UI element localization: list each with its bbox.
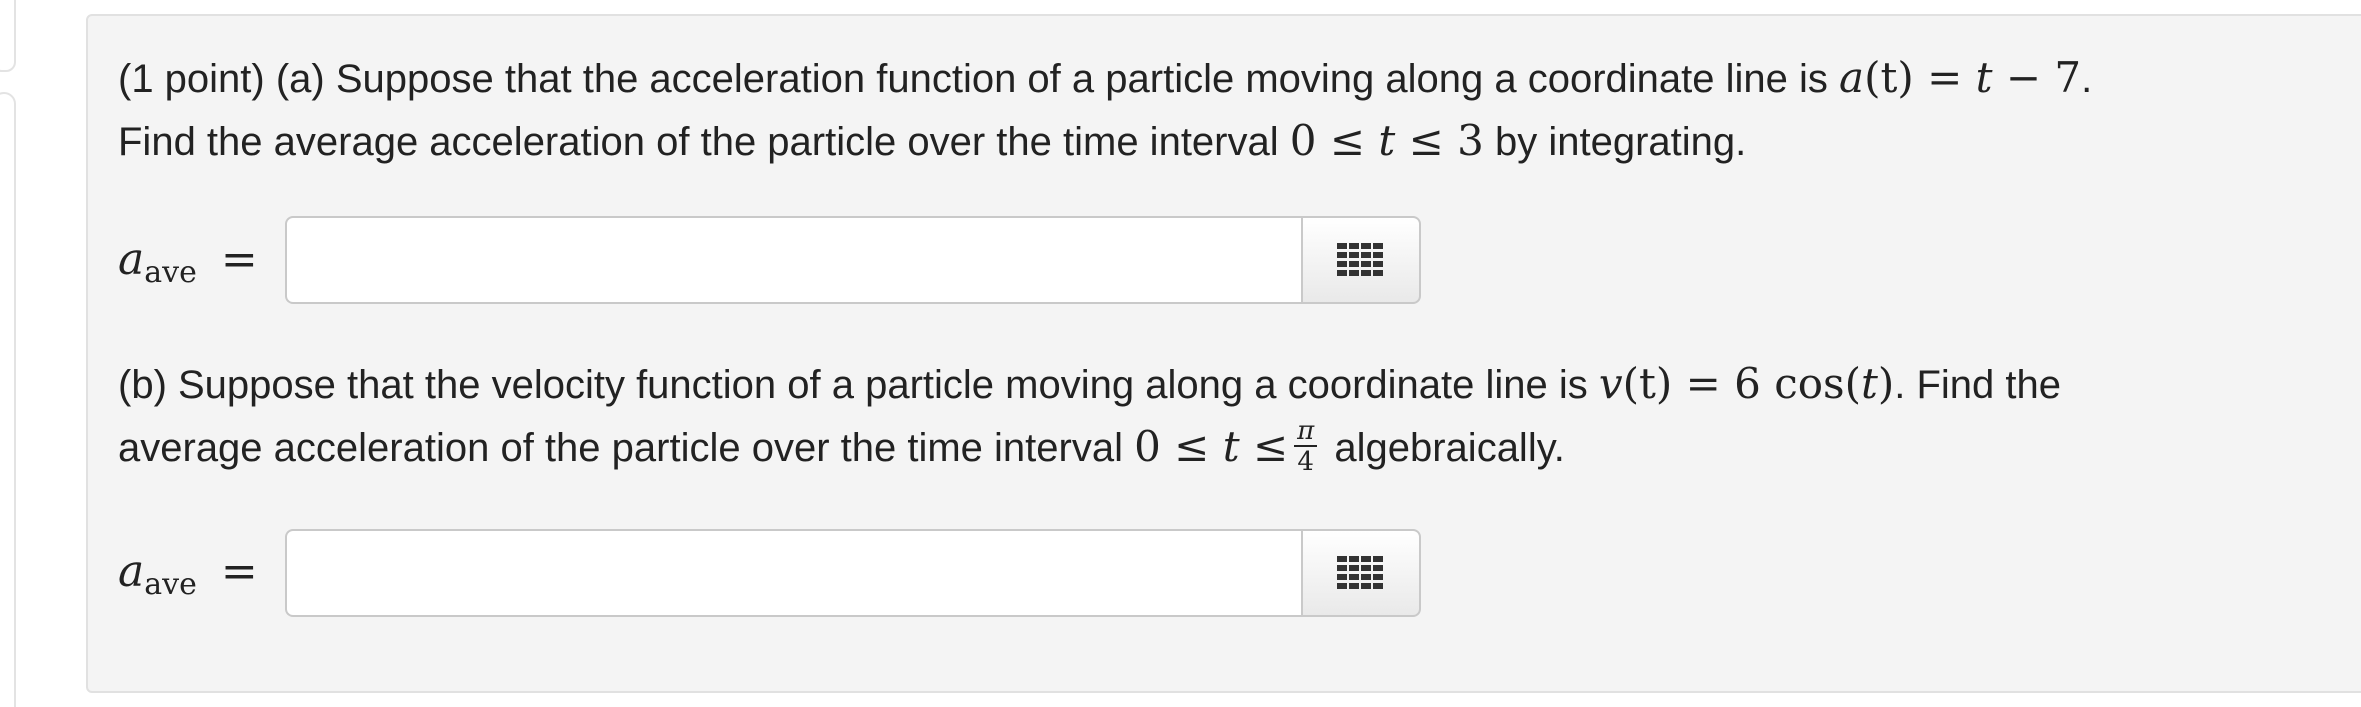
equation-palette-button-a[interactable] — [1301, 216, 1421, 304]
part-b-line-1: (b) Suppose that the velocity function o… — [118, 353, 2061, 416]
part-b-lead: (b) Suppose that the velocity function o… — [118, 363, 1599, 407]
problem-panel: (1 point) (a) Suppose that the accelerat… — [86, 14, 2361, 693]
part-a-line2-start: Find the average acceleration of the par… — [118, 120, 1290, 164]
question-part-a-text: (1 point) (a) Suppose that the accelerat… — [118, 47, 2092, 173]
part-b-function: v(t) = 6 cos(t) — [1598, 359, 1895, 408]
part-a-line-2: Find the average acceleration of the par… — [118, 110, 2092, 173]
question-part-b-text: (b) Suppose that the velocity function o… — [118, 353, 2061, 479]
left-edge-panel-bottom — [0, 92, 16, 707]
part-a-line2-end: by integrating. — [1483, 120, 1747, 164]
answer-input-a[interactable] — [285, 216, 1301, 304]
part-a-function: a(t) = t − 7 — [1839, 53, 2082, 102]
equation-palette-button-b[interactable] — [1301, 529, 1421, 617]
part-b-line2-end: algebraically. — [1323, 426, 1565, 470]
part-b-line-2: average acceleration of the particle ove… — [118, 416, 2061, 479]
part-a-period: . — [2081, 57, 2093, 101]
part-b-interval: 0 ≤ t ≤ — [1134, 422, 1289, 471]
part-a-lead: (1 point) (a) Suppose that the accelerat… — [118, 57, 1840, 101]
part-b-line1-end: . Find the — [1894, 363, 2062, 407]
palette-grid-icon — [1337, 556, 1383, 589]
pi-over-four-fraction: π4 — [1294, 418, 1318, 475]
left-edge-panel-top — [0, 0, 16, 72]
part-a-interval: 0 ≤ t ≤ 3 — [1289, 116, 1484, 165]
part-a-line-1: (1 point) (a) Suppose that the accelerat… — [118, 47, 2092, 110]
answer-label-b: aave = — [118, 546, 258, 602]
palette-grid-icon — [1337, 243, 1383, 276]
answer-input-b[interactable] — [285, 529, 1301, 617]
part-b-line2-start: average acceleration of the particle ove… — [118, 426, 1135, 470]
answer-label-a: aave = — [118, 234, 258, 290]
